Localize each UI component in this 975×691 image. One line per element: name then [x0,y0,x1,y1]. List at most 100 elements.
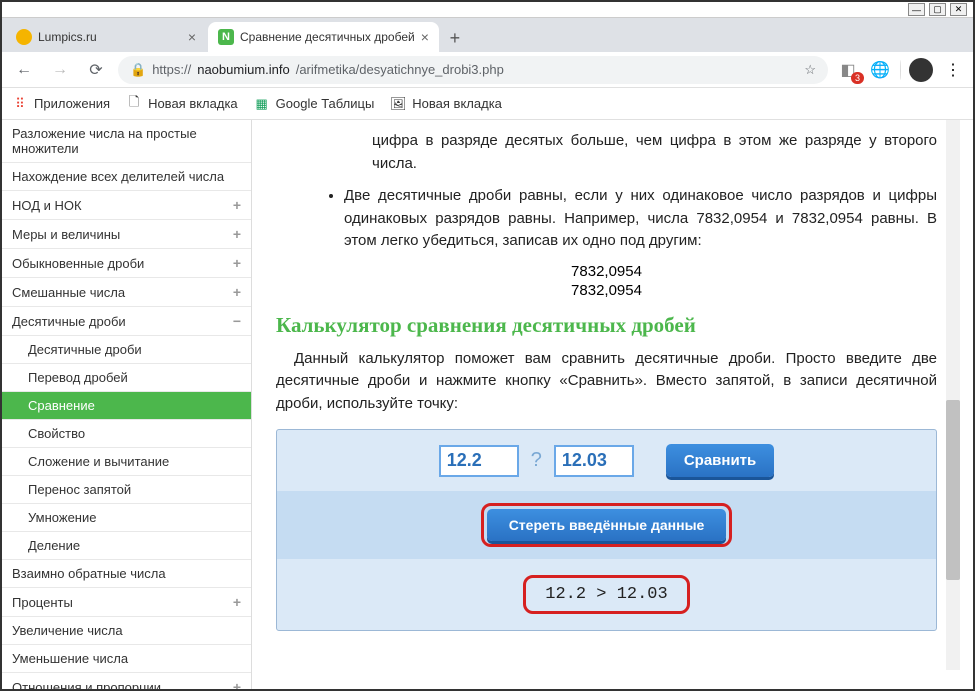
globe-icon[interactable]: 🌐 [868,58,892,82]
sidebar-item[interactable]: Нахождение всех делителей числа [2,163,251,191]
sidebar-subitem[interactable]: Перевод дробей [2,364,251,392]
sidebar-label: Меры и величины [12,227,120,242]
sidebar-label: Разложение числа на простые множители [12,126,241,156]
example-number: 7832,0954 [276,263,937,280]
avatar-icon[interactable] [909,58,933,82]
scrollbar[interactable] [946,120,960,670]
url-scheme: https:// [152,62,191,77]
bookmark-label: Новая вкладка [148,96,238,111]
bookmark-item[interactable]: ▦ Google Таблицы [254,96,375,112]
section-heading: Калькулятор сравнения десятичных дробей [276,313,937,338]
menu-icon[interactable]: ⋮ [941,58,965,82]
example-number: 7832,0954 [276,282,937,299]
sidebar-item[interactable]: Взаимно обратные числа [2,560,251,588]
favicon-icon [16,29,32,45]
sidebar-subitem[interactable]: Деление [2,532,251,560]
new-tab-button[interactable]: + [441,24,469,52]
bullet-item: Две десятичные дроби равны, если у них о… [344,185,937,253]
sidebar-item[interactable]: Увеличение числа [2,617,251,645]
number-a-input[interactable] [439,445,519,477]
forward-button[interactable]: → [46,56,74,84]
url-input[interactable]: 🔒 https:// naobumium.info/arifmetika/desy… [118,56,828,84]
favicon-icon: N [218,29,234,45]
paragraph: Данный калькулятор поможет вам сравнить … [276,348,937,416]
bookmark-label: Google Таблицы [276,96,375,111]
separator [900,60,901,80]
sidebar-subitem[interactable]: Свойство [2,420,251,448]
extension-badge: 3 [851,72,864,84]
paragraph: цифра в разряде десятых больше, чем цифр… [372,130,937,175]
sidebar-subitem[interactable]: Десятичные дроби [2,336,251,364]
url-host: naobumium.info [197,62,290,77]
sidebar-label: Уменьшение числа [12,651,128,666]
bookmark-item[interactable]: 🗋 Новая вкладка [126,96,238,112]
plus-icon[interactable]: + [233,284,241,300]
back-button[interactable]: ← [10,56,38,84]
extension-icon[interactable]: ◧ 3 [836,58,860,82]
bookmark-item[interactable]: 🖼 Новая вкладка [390,96,502,112]
sidebar-label: НОД и НОК [12,198,82,213]
plus-icon[interactable]: + [233,594,241,610]
close-icon[interactable]: × [188,29,196,45]
sidebar-item[interactable]: Смешанные числа + [2,278,251,307]
sidebar-label: Нахождение всех делителей числа [12,169,224,184]
apps-button[interactable]: ⠿ Приложения [12,96,110,112]
image-icon: 🖼 [390,96,406,112]
erase-button[interactable]: Стереть введённые данные [487,509,727,541]
sidebar-item[interactable]: Десятичные дроби− [2,307,251,336]
sidebar-label: Отношения и пропорции [12,680,161,690]
star-icon[interactable]: ☆ [804,62,816,78]
sheets-icon: ▦ [254,96,270,112]
result-text: 12.2 > 12.03 [529,581,683,608]
sidebar-item[interactable]: Меры и величины + [2,220,251,249]
sidebar-item[interactable]: Отношения и пропорции + [2,673,251,689]
bookmarks-bar: ⠿ Приложения 🗋 Новая вкладка ▦ Google Та… [2,88,973,120]
bookmark-label: Новая вкладка [412,96,502,111]
highlight-annotation: Стереть введённые данные [481,503,733,547]
tab-title: Lumpics.ru [38,30,97,44]
plus-icon[interactable]: + [233,255,241,271]
highlight-annotation: 12.2 > 12.03 [523,575,689,614]
bookmark-label: Приложения [34,96,110,111]
url-path: /arifmetika/desyatichnye_drobi3.php [296,62,504,77]
reload-button[interactable]: ⟳ [82,56,110,84]
sidebar-label: Смешанные числа [12,285,125,300]
plus-icon[interactable]: + [233,226,241,242]
close-button[interactable]: ✕ [950,3,967,16]
sidebar-label: Взаимно обратные числа [12,566,166,581]
tab-naobumium[interactable]: N Сравнение десятичных дробей × [208,22,439,52]
minus-icon[interactable]: − [233,313,241,329]
sidebar-label: Обыкновенные дроби [12,256,144,271]
page-icon: 🗋 [126,96,142,112]
main-content: цифра в разряде десятых больше, чем цифр… [252,120,973,689]
sidebar-item[interactable]: Разложение числа на простые множители [2,120,251,163]
tab-bar: Lumpics.ru × N Сравнение десятичных дроб… [2,18,973,52]
tab-title: Сравнение десятичных дробей [240,30,415,44]
window-controls: — ▢ ✕ [2,2,973,18]
apps-icon: ⠿ [12,96,28,112]
sidebar-item[interactable]: Уменьшение числа [2,645,251,673]
sidebar-subitem[interactable]: Перенос запятой [2,476,251,504]
sidebar-subitem[interactable]: Умножение [2,504,251,532]
sidebar-item[interactable]: НОД и НОК + [2,191,251,220]
plus-icon[interactable]: + [233,679,241,689]
lock-icon: 🔒 [130,62,146,78]
sidebar-item[interactable]: Обыкновенные дроби + [2,249,251,278]
question-mark: ? [531,449,542,472]
scroll-thumb[interactable] [946,400,960,580]
sidebar: Разложение числа на простые множители Нах… [2,120,252,689]
sidebar-label: Проценты [12,595,73,610]
plus-icon[interactable]: + [233,197,241,213]
number-b-input[interactable] [554,445,634,477]
sidebar-item[interactable]: Проценты + [2,588,251,617]
close-icon[interactable]: × [421,29,429,45]
maximize-button[interactable]: ▢ [929,3,946,16]
sidebar-subitem[interactable]: Сложение и вычитание [2,448,251,476]
sidebar-subitem[interactable]: Сравнение [2,392,251,420]
calculator: ? Сравнить Стереть введённые данные 12.2… [276,429,937,631]
compare-button[interactable]: Сравнить [666,444,774,477]
sidebar-label: Увеличение числа [12,623,123,638]
minimize-button[interactable]: — [908,3,925,16]
address-bar: ← → ⟳ 🔒 https:// naobumium.info/arifmetik… [2,52,973,88]
tab-lumpics[interactable]: Lumpics.ru × [6,22,206,52]
